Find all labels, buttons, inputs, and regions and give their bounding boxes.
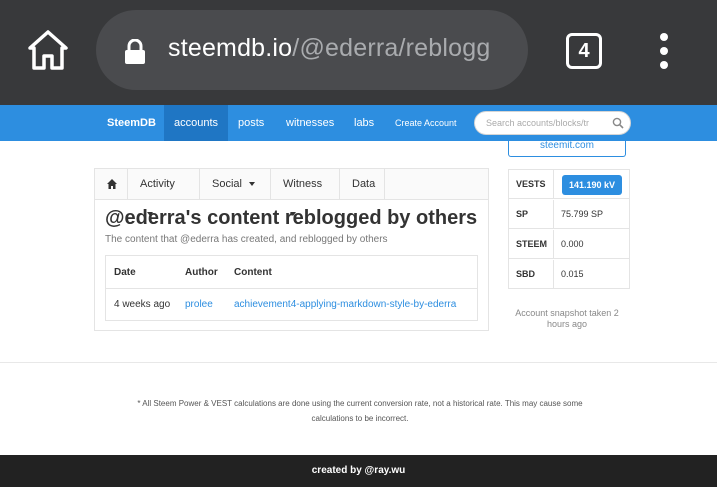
subnav-activity-label: Activity [140,178,175,190]
balance-value: 0.000 [561,239,584,249]
overflow-menu-icon[interactable] [656,33,672,69]
balance-label: SP [509,200,554,229]
subnav-social-label: Social [212,178,242,190]
reblog-table: Date Author Content 4 weeks ago prolee a… [105,255,478,321]
balance-row-steem: STEEM 0.000 [509,230,629,259]
content-panel: Activity Social Witness Data @ederra's c… [94,168,489,331]
subnav-witness[interactable]: Witness [271,169,340,217]
vests-badge: 141.190 kV [562,175,623,195]
nav-create-account[interactable]: Create Account [385,105,467,141]
lock-icon [125,39,145,64]
search-icon[interactable] [612,117,624,129]
row-author-link[interactable]: prolee [185,289,213,321]
nav-accounts[interactable]: accounts [164,105,229,141]
balance-label: SBD [509,260,554,289]
site-navbar: SteemDB accounts posts witnesses labs Cr… [0,105,717,141]
nav-posts[interactable]: posts [228,105,274,141]
balance-value: 75.799 SP [561,209,604,219]
home-icon [107,179,117,189]
balance-label: STEEM [509,230,554,259]
home-icon[interactable] [26,28,70,72]
page-subtitle: The content that @ederra has created, an… [105,234,388,245]
subnav-witness-label: Witness [283,178,323,190]
subnav-activity[interactable]: Activity [128,169,200,217]
row-date: 4 weeks ago [114,299,171,310]
row-content-link[interactable]: achievement4-applying-markdown-style-by-… [234,289,456,321]
footnote: * All Steem Power & VEST calculations ar… [137,399,583,423]
tab-switcher-button[interactable]: 4 [566,33,602,69]
divider [0,362,717,363]
balance-value: 0.015 [561,269,584,279]
bottom-strip [0,487,717,500]
account-subnav: Activity Social Witness Data [95,169,488,217]
subnav-social[interactable]: Social [200,169,271,199]
url-domain: steemdb.io [168,34,293,62]
subnav-home[interactable] [95,169,128,199]
table-header: Date Author Content [106,256,477,289]
header-date: Date [114,267,136,278]
balance-row-sbd: SBD 0.015 [509,260,629,289]
address-bar[interactable]: steemdb.io/@ederra/reblogg [96,10,528,90]
header-author: Author [185,267,218,278]
caret-down-icon [248,182,255,187]
site-footer: created by @ray.wu [0,455,717,487]
account-balance-table: VESTS 141.190 kV SP 75.799 SP STEEM 0.00… [508,169,630,289]
balance-row-vests: VESTS 141.190 kV [509,170,629,199]
balance-row-sp: SP 75.799 SP [509,200,629,229]
nav-witnesses[interactable]: witnesses [276,105,344,141]
balance-label: VESTS [509,170,554,199]
snapshot-note: Account snapshot taken 2 hours ago [515,308,619,329]
brand-link[interactable]: SteemDB [97,105,166,141]
steemit-link-button[interactable]: steemit.com [508,138,626,157]
header-content: Content [234,267,272,278]
subnav-data[interactable]: Data [340,169,385,199]
page-title: @ederra's content reblogged by others [105,207,478,229]
search-input[interactable] [486,112,610,134]
browser-toolbar: steemdb.io/@ederra/reblogg 4 [0,0,717,105]
search-box [474,111,631,135]
nav-labs[interactable]: labs [344,105,384,141]
url-text[interactable]: steemdb.io/@ederra/reblogg [168,34,490,63]
url-path: /@ederra/reblogg [292,34,491,62]
